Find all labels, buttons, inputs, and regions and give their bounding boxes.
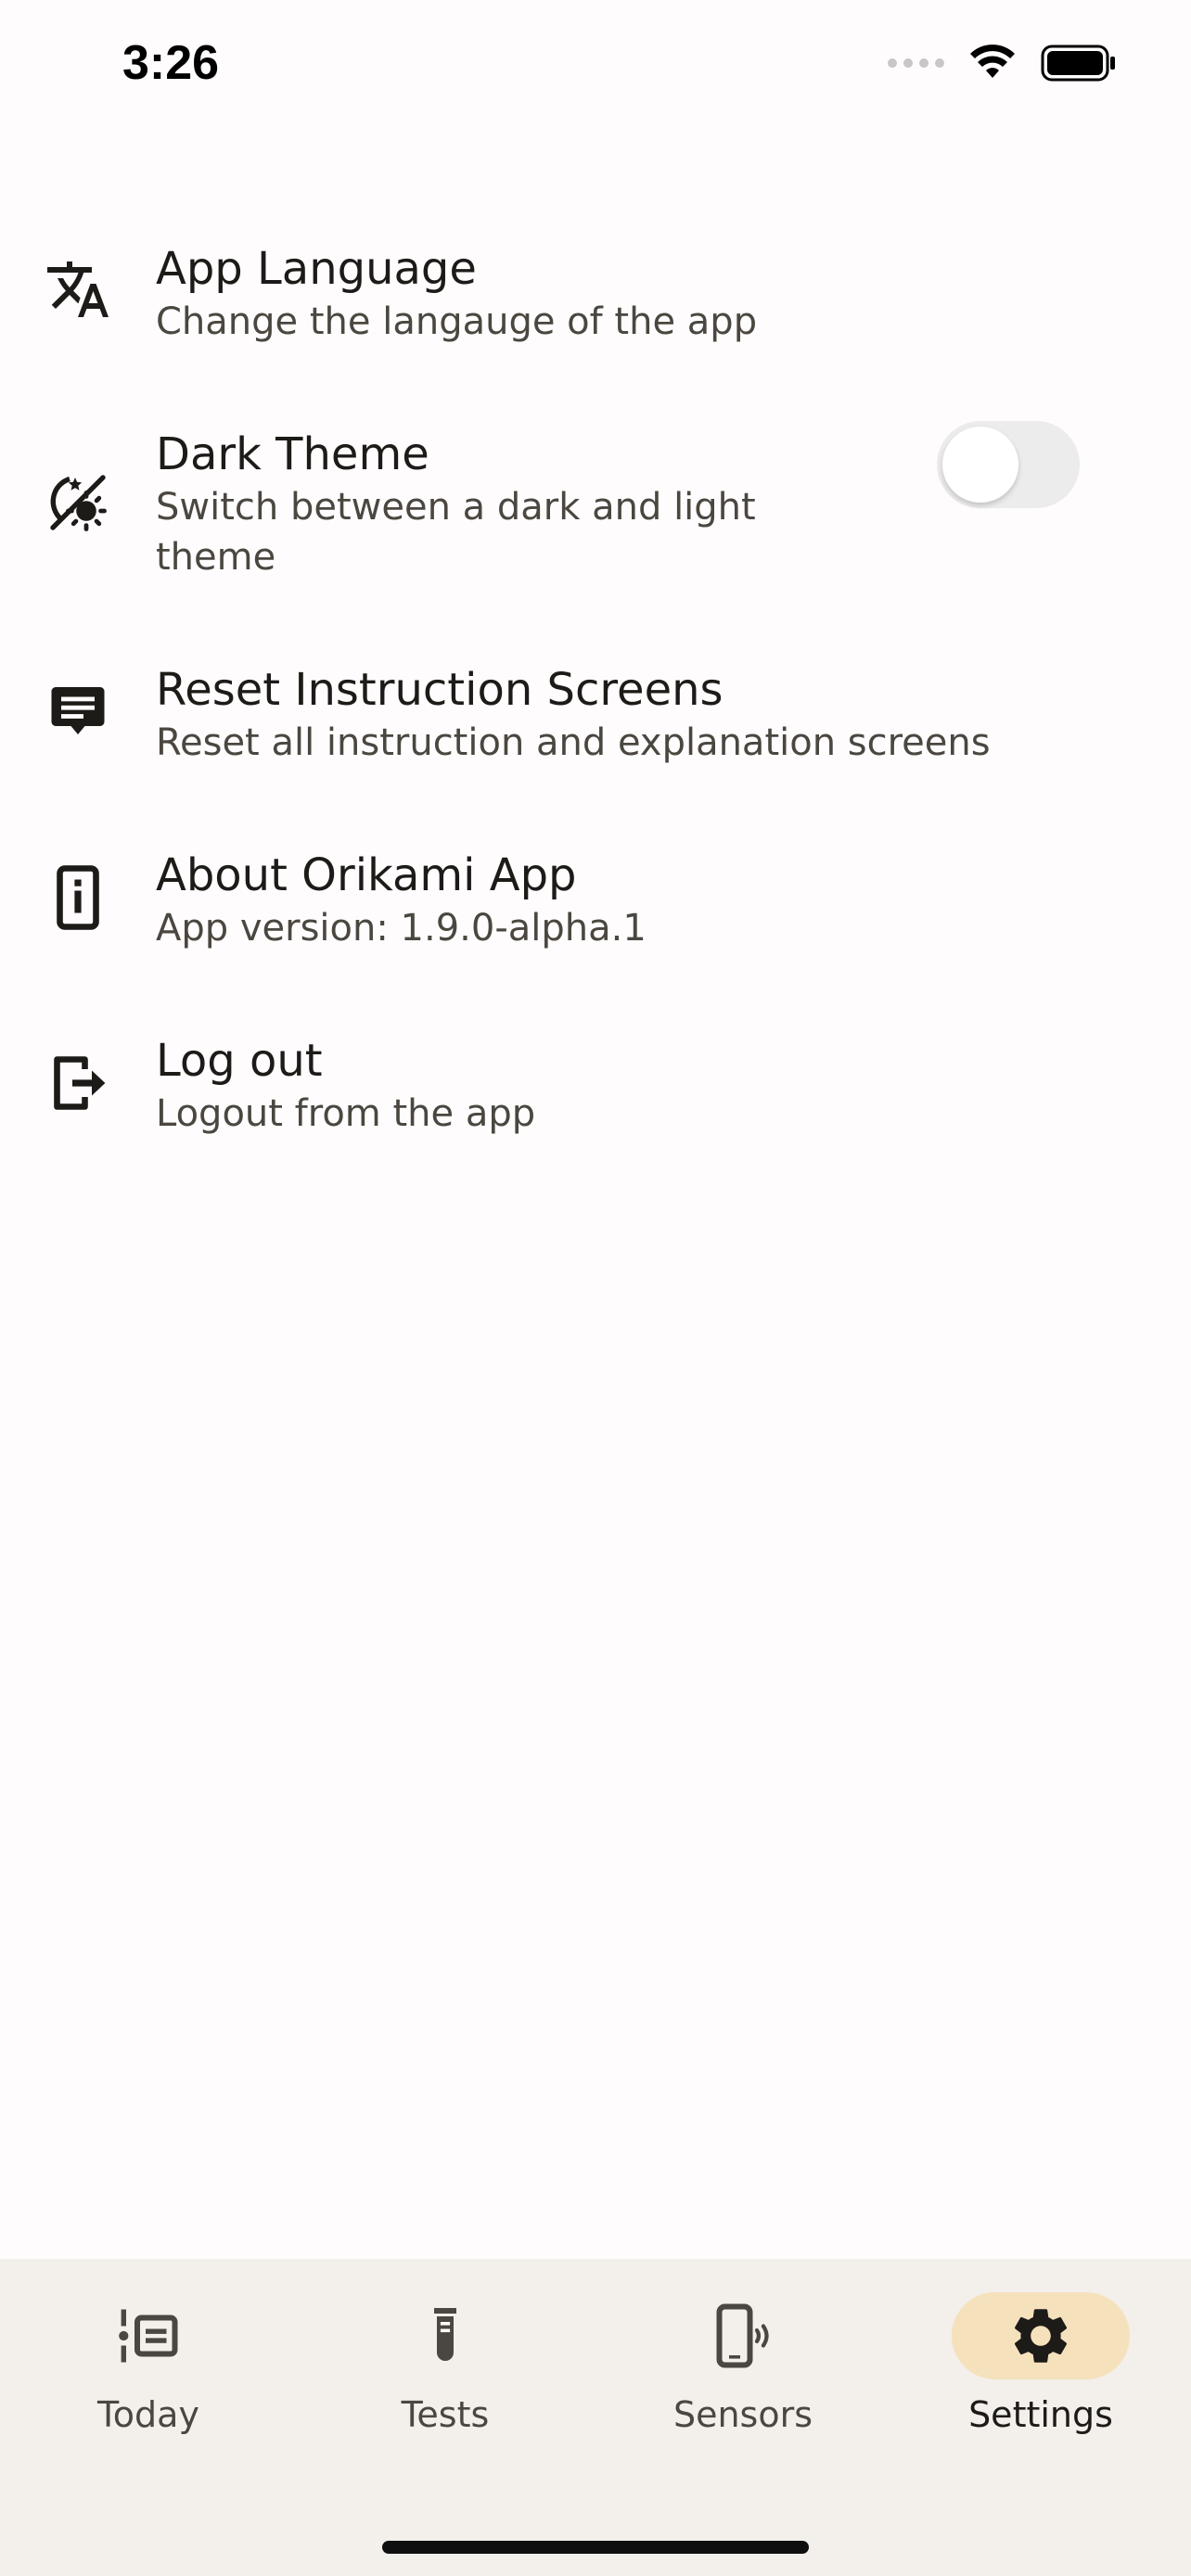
- setting-title: About Orikami App: [156, 849, 577, 901]
- nav-label: Tests: [401, 2394, 490, 2435]
- setting-subtitle: App version: 1.9.0-alpha.1: [156, 907, 647, 950]
- setting-app-language[interactable]: App Language Change the langauge of the …: [0, 223, 1191, 408]
- nav-icon-container: [59, 2292, 237, 2379]
- nav-icon-container: [356, 2292, 534, 2379]
- toggle-knob: [942, 427, 1018, 503]
- status-icons: [888, 45, 1117, 82]
- settings-screen: 3:26 App Language Change the langauge of…: [0, 0, 1191, 2576]
- bottom-navigation: Today Tests Sensors Settings: [0, 2259, 1191, 2576]
- wifi-icon: [970, 45, 1015, 78]
- setting-subtitle: Switch between a dark and light theme: [156, 486, 756, 579]
- today-icon: [119, 2309, 178, 2363]
- nav-active-pill: [952, 2292, 1130, 2379]
- dark-theme-toggle[interactable]: [937, 421, 1080, 508]
- nav-item-tests[interactable]: Tests: [334, 2292, 557, 2459]
- nav-item-today[interactable]: Today: [37, 2292, 260, 2459]
- nav-item-settings[interactable]: Settings: [929, 2292, 1152, 2459]
- setting-title: Log out: [156, 1035, 323, 1087]
- setting-logout[interactable]: Log out Logout from the app: [0, 1014, 1191, 1200]
- nav-item-sensors[interactable]: Sensors: [632, 2292, 854, 2459]
- battery-icon: [1041, 45, 1115, 82]
- instruction-icon: [45, 679, 111, 746]
- setting-subtitle: Change the langauge of the app: [156, 300, 758, 343]
- test-tube-icon: [434, 2308, 456, 2361]
- phone-sensor-icon: [716, 2303, 769, 2368]
- nav-icon-container: [654, 2292, 832, 2379]
- setting-subtitle: Reset all instruction and explanation sc…: [156, 721, 991, 764]
- setting-about[interactable]: About Orikami App App version: 1.9.0-alp…: [0, 829, 1191, 1014]
- logout-icon: [45, 1050, 111, 1116]
- setting-title: App Language: [156, 243, 477, 295]
- status-bar: 3:26: [0, 0, 1191, 139]
- setting-title: Reset Instruction Screens: [156, 664, 724, 716]
- setting-title: Dark Theme: [156, 428, 429, 480]
- setting-subtitle: Logout from the app: [156, 1092, 536, 1135]
- nav-label: Settings: [968, 2394, 1113, 2435]
- setting-reset-instructions[interactable]: Reset Instruction Screens Reset all inst…: [0, 644, 1191, 829]
- cellular-signal-icon: [888, 58, 944, 68]
- translate-icon: [45, 256, 111, 323]
- status-time: 3:26: [122, 36, 220, 90]
- nav-label: Sensors: [672, 2394, 813, 2435]
- home-indicator: [382, 2541, 809, 2554]
- theme-icon: [45, 469, 111, 536]
- nav-label: Today: [97, 2394, 199, 2435]
- info-icon: [45, 864, 111, 931]
- gear-icon: [1014, 2309, 1068, 2363]
